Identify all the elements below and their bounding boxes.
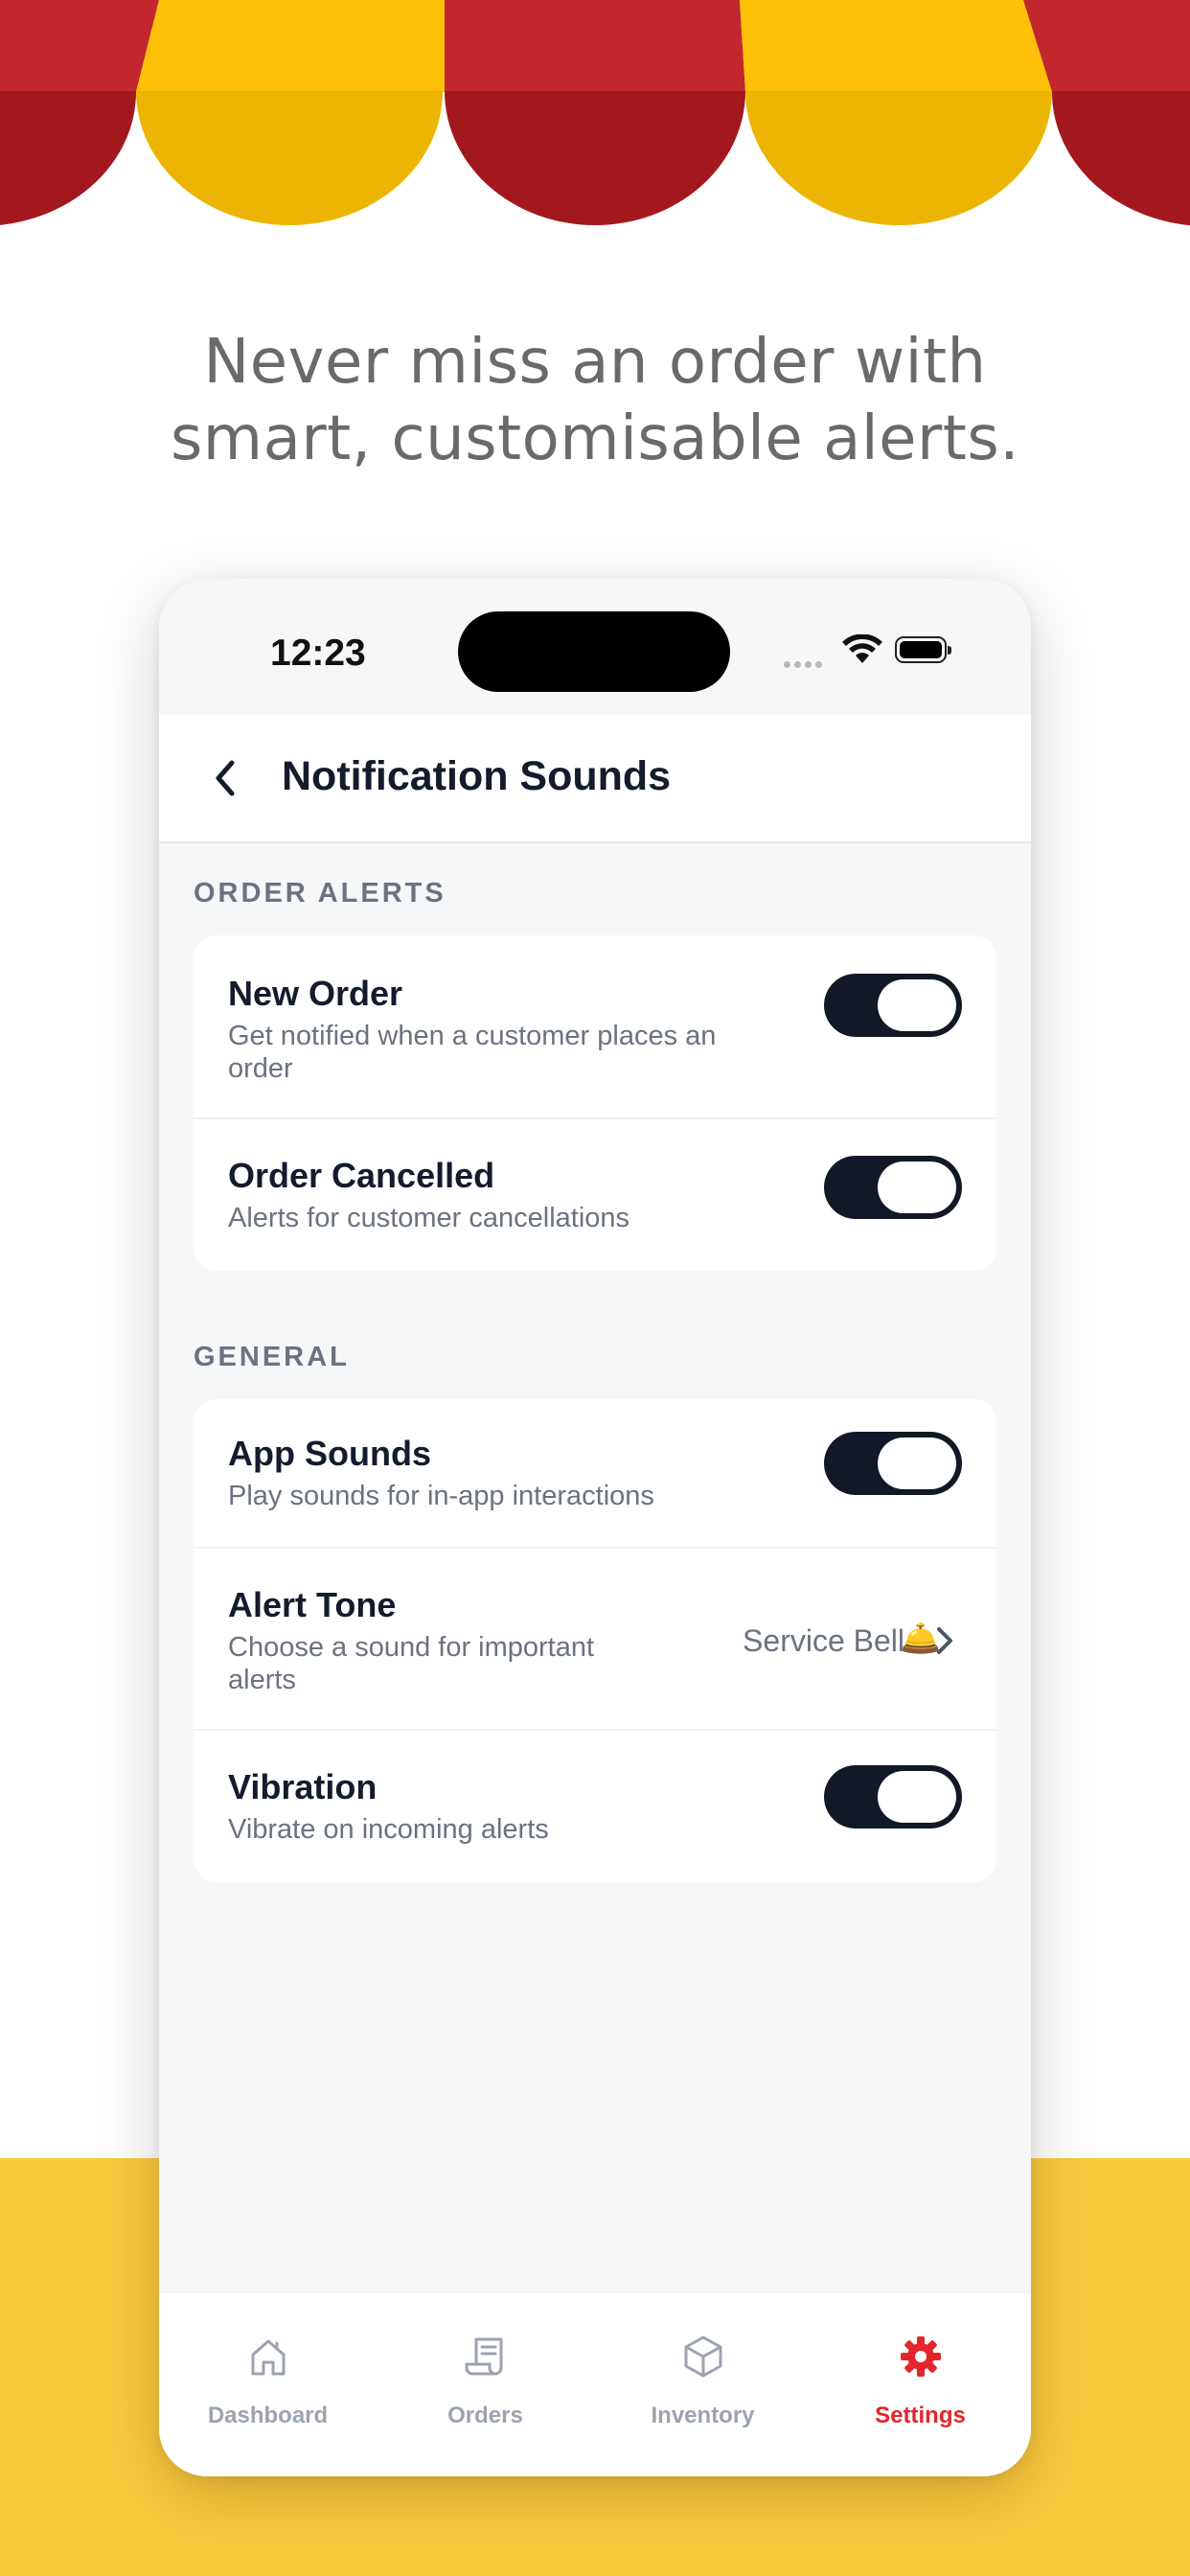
wifi-icon <box>841 633 883 670</box>
tab-inventory[interactable]: Inventory <box>594 2293 812 2476</box>
box-icon <box>684 2335 722 2378</box>
signal-icon <box>784 656 826 673</box>
chevron-right-icon <box>937 1627 952 1654</box>
tab-dashboard[interactable]: Dashboard <box>159 2293 377 2476</box>
setting-row-app-sounds: App Sounds Play sounds for in-app intera… <box>194 1399 996 1547</box>
tab-label: Orders <box>447 2403 523 2428</box>
tab-settings[interactable]: Settings <box>812 2293 1029 2476</box>
section-label-general: GENERAL <box>194 1342 350 1372</box>
setting-title: App Sounds <box>228 1434 431 1473</box>
status-bar: 12:23 <box>159 579 1031 715</box>
setting-title: Alert Tone <box>228 1585 397 1624</box>
setting-row-new-order: New Order Get notified when a customer p… <box>194 935 996 1117</box>
tab-orders[interactable]: Orders <box>377 2293 594 2476</box>
new-order-toggle[interactable] <box>824 974 962 1037</box>
headline-line-1: Never miss an order with <box>203 327 987 398</box>
section-label-order-alerts: ORDER ALERTS <box>194 878 446 908</box>
tab-bar: Dashboard Orders Inventory Settings <box>159 2292 1031 2476</box>
order-alerts-card: New Order Get notified when a customer p… <box>194 935 996 1271</box>
battery-icon <box>895 636 951 663</box>
app-sounds-toggle[interactable] <box>824 1432 962 1495</box>
setting-subtitle: Alerts for customer cancellations <box>228 1203 630 1233</box>
tab-label: Dashboard <box>207 2403 329 2428</box>
alert-tone-value: Service Bell <box>743 1623 904 1658</box>
home-icon <box>251 2339 286 2376</box>
receipt-icon <box>465 2337 503 2376</box>
setting-subtitle: Vibrate on incoming alerts <box>228 1814 549 1845</box>
setting-row-order-cancelled: Order Cancelled Alerts for customer canc… <box>194 1117 996 1271</box>
vibration-toggle[interactable] <box>824 1765 962 1828</box>
gear-icon <box>901 2336 941 2377</box>
back-button[interactable] <box>197 749 255 807</box>
nav-header: Notification Sounds <box>159 715 1031 843</box>
setting-subtitle: Choose a sound for important alerts <box>228 1632 595 1695</box>
order-cancelled-toggle[interactable] <box>824 1156 962 1219</box>
page-title: Notification Sounds <box>282 753 672 799</box>
awning-decoration <box>0 0 1190 230</box>
setting-row-vibration: Vibration Vibrate on incoming alerts <box>194 1729 996 1882</box>
headline-line-2: smart, customisable alerts. <box>170 403 1020 474</box>
setting-title: Vibration <box>228 1767 378 1806</box>
phone-frame: 12:23 Notification Sounds ORDER ALERTS N… <box>159 579 1031 2476</box>
setting-title: New Order <box>228 974 403 1013</box>
general-card: App Sounds Play sounds for in-app intera… <box>194 1399 996 1882</box>
status-time: 12:23 <box>270 632 366 674</box>
marketing-headline: Never miss an order with smart, customis… <box>0 324 1190 477</box>
tab-label: Settings <box>875 2403 966 2428</box>
setting-row-alert-tone[interactable]: Alert Tone Choose a sound for important … <box>194 1547 996 1731</box>
setting-title: Order Cancelled <box>228 1156 495 1195</box>
dynamic-island <box>458 611 730 692</box>
setting-subtitle: Get notified when a customer places an o… <box>228 1021 717 1084</box>
tab-label: Inventory <box>651 2403 755 2428</box>
setting-subtitle: Play sounds for in-app interactions <box>228 1481 654 1511</box>
chevron-left-icon <box>216 760 235 796</box>
